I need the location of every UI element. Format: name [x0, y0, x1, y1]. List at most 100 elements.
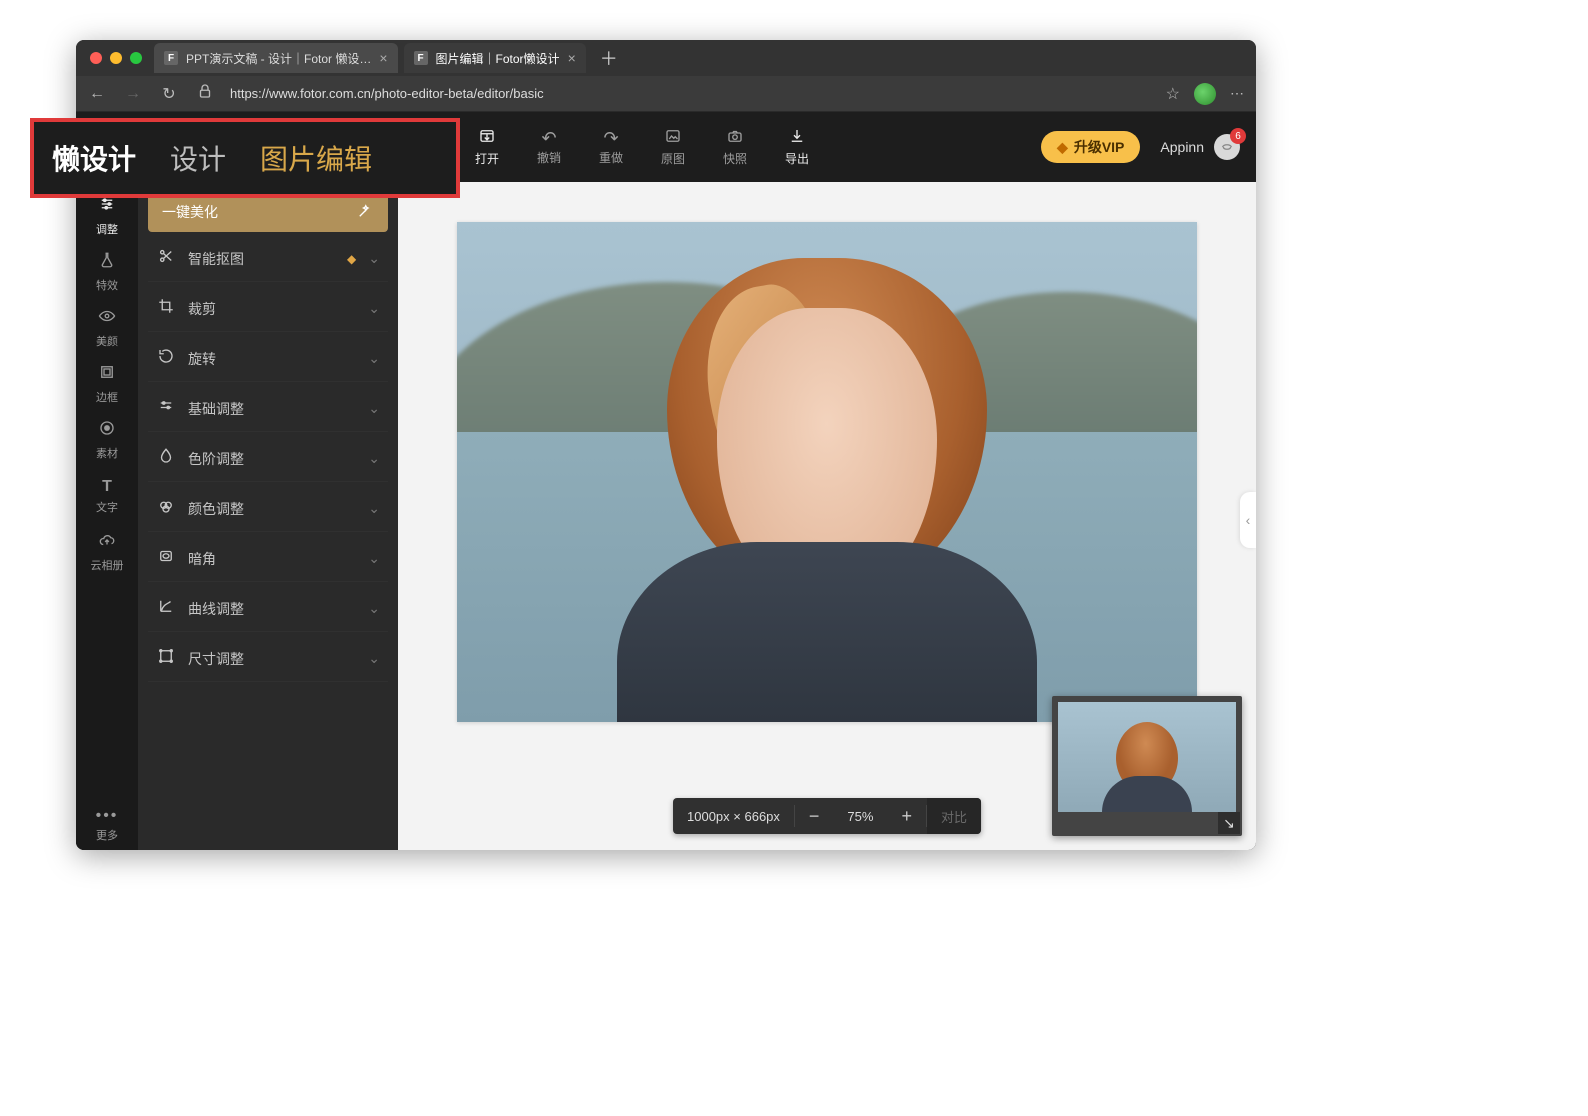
tool-basic-adjust[interactable]: 基础调整 ⌄ — [148, 386, 388, 432]
navigator-minimap[interactable]: ↘ — [1052, 696, 1242, 836]
rail-label: 素材 — [96, 445, 118, 461]
tool-crop[interactable]: 裁剪 ⌄ — [148, 286, 388, 332]
rail-label: 调整 — [96, 221, 118, 237]
bookmark-icon[interactable]: ☆ — [1166, 84, 1180, 104]
vignette-icon — [156, 547, 176, 570]
tool-resize[interactable]: 尺寸调整 ⌄ — [148, 636, 388, 682]
zoom-toolbar: 1000px × 666px − 75% + 对比 — [673, 798, 981, 834]
rail-more[interactable]: ••• 更多 — [76, 800, 138, 850]
tool-vignette[interactable]: 暗角 ⌄ — [148, 536, 388, 582]
undo-button[interactable]: ↶ 撤销 — [518, 129, 580, 166]
vip-badge-icon: ◆ — [347, 252, 356, 266]
back-button[interactable]: ← — [86, 85, 108, 103]
chevron-down-icon: ⌄ — [368, 600, 380, 617]
tool-label: 基础调整 — [188, 399, 356, 419]
refresh-button[interactable]: ↻ — [158, 84, 180, 104]
tool-label: 暗角 — [188, 549, 356, 569]
rail-label: 文字 — [96, 499, 118, 515]
rotate-icon — [156, 347, 176, 370]
browser-menu-icon[interactable]: ⋯ — [1230, 85, 1246, 102]
close-tab-icon[interactable]: × — [379, 50, 387, 66]
crop-icon — [156, 297, 176, 320]
upgrade-vip-button[interactable]: ◆ 升级VIP — [1041, 131, 1140, 163]
rail-effects[interactable]: 特效 — [76, 244, 138, 300]
chevron-down-icon: ⌄ — [368, 400, 380, 417]
user-menu[interactable]: Appinn 6 — [1160, 134, 1240, 160]
scissors-icon — [156, 247, 176, 270]
extension-icon[interactable] — [1194, 83, 1216, 105]
highlighted-nav-overlay: 懒设计 设计 图片编辑 — [30, 118, 460, 198]
tool-color[interactable]: 颜色调整 ⌄ — [148, 486, 388, 532]
tab-favicon: F — [164, 51, 178, 65]
maximize-window-icon[interactable] — [130, 52, 142, 64]
new-tab-button[interactable]: ＋ — [592, 45, 626, 71]
tool-cutout[interactable]: 智能抠图 ◆ ⌄ — [148, 236, 388, 282]
collapse-right-handle[interactable]: ‹ — [1240, 492, 1256, 548]
original-icon — [664, 127, 682, 148]
app-logo: 懒设计 — [52, 138, 136, 178]
snapshot-label: 快照 — [723, 150, 747, 167]
chevron-down-icon: ⌄ — [368, 350, 380, 367]
rail-more-label: 更多 — [96, 827, 118, 843]
snapshot-button[interactable]: 快照 — [704, 127, 766, 167]
text-icon: T — [102, 478, 112, 496]
export-button[interactable]: 导出 — [766, 127, 828, 167]
rail-label: 美颜 — [96, 333, 118, 349]
forward-button[interactable]: → — [122, 85, 144, 103]
chevron-down-icon: ⌄ — [368, 300, 380, 317]
browser-addressbar: ← → ↻ https://www.fotor.com.cn/photo-edi… — [76, 76, 1256, 112]
browser-tab-0[interactable]: F PPT演示文稿 - 设计｜Fotor 懒设… × — [154, 43, 398, 73]
chevron-down-icon: ⌄ — [368, 550, 380, 567]
tools-panel: 一键美化 智能抠图 ◆ ⌄ 裁剪 — [138, 182, 398, 850]
rail-cloud[interactable]: 云相册 — [76, 524, 138, 580]
tool-label: 智能抠图 — [188, 249, 335, 269]
rail-label: 边框 — [96, 389, 118, 405]
close-tab-icon[interactable]: × — [568, 50, 576, 66]
open-label: 打开 — [475, 150, 499, 167]
redo-button[interactable]: ↷ 重做 — [580, 129, 642, 166]
rail-label: 云相册 — [91, 557, 124, 573]
wand-icon — [356, 202, 374, 223]
avatar[interactable]: 6 — [1214, 134, 1240, 160]
tool-label: 裁剪 — [188, 299, 356, 319]
notification-badge: 6 — [1230, 128, 1246, 144]
tab-title: PPT演示文稿 - 设计｜Fotor 懒设… — [186, 50, 371, 67]
original-label: 原图 — [661, 150, 685, 167]
rail-text[interactable]: T 文字 — [76, 468, 138, 524]
rail-stickers[interactable]: 素材 — [76, 412, 138, 468]
nav-tab-photo-edit[interactable]: 图片编辑 — [260, 138, 372, 178]
url-field[interactable]: https://www.fotor.com.cn/photo-editor-be… — [230, 86, 1152, 101]
canvas-area[interactable]: ‹ 1000px × 666px − 75% + 对比 ↘ — [398, 182, 1256, 850]
original-button[interactable]: 原图 — [642, 127, 704, 167]
zoom-out-button[interactable]: − — [795, 798, 834, 834]
undo-label: 撤销 — [537, 149, 561, 166]
rail-beauty[interactable]: 美颜 — [76, 300, 138, 356]
open-button[interactable]: 打开 — [456, 127, 518, 167]
browser-tab-1[interactable]: F 图片编辑｜Fotor懒设计 × — [404, 43, 586, 73]
expand-minimap-icon[interactable]: ↘ — [1218, 812, 1240, 834]
tool-label: 色阶调整 — [188, 449, 356, 469]
zoom-in-button[interactable]: + — [887, 798, 926, 834]
sliders-icon — [98, 195, 116, 218]
nav-tab-design[interactable]: 设计 — [170, 138, 226, 178]
tool-rotate[interactable]: 旋转 ⌄ — [148, 336, 388, 382]
auto-enhance-button[interactable]: 一键美化 — [148, 192, 388, 232]
compare-button[interactable]: 对比 — [927, 798, 981, 834]
tool-curves[interactable]: 曲线调整 ⌄ — [148, 586, 388, 632]
tool-levels[interactable]: 色阶调整 ⌄ — [148, 436, 388, 482]
tool-label: 尺寸调整 — [188, 649, 356, 669]
minimap-thumbnail — [1058, 702, 1236, 812]
tab-favicon: F — [414, 51, 428, 65]
browser-tabbar: F PPT演示文稿 - 设计｜Fotor 懒设… × F 图片编辑｜Fotor懒… — [76, 40, 1256, 76]
diamond-icon: ◆ — [1057, 139, 1068, 156]
photo-canvas[interactable] — [457, 222, 1197, 722]
minimize-window-icon[interactable] — [110, 52, 122, 64]
close-window-icon[interactable] — [90, 52, 102, 64]
frame-icon — [98, 363, 116, 386]
tool-label: 曲线调整 — [188, 599, 356, 619]
cloud-icon — [98, 531, 116, 554]
window-controls[interactable] — [84, 52, 148, 64]
left-rail: 调整 特效 美颜 边框 — [76, 182, 138, 850]
rail-frame[interactable]: 边框 — [76, 356, 138, 412]
camera-icon — [726, 127, 744, 148]
